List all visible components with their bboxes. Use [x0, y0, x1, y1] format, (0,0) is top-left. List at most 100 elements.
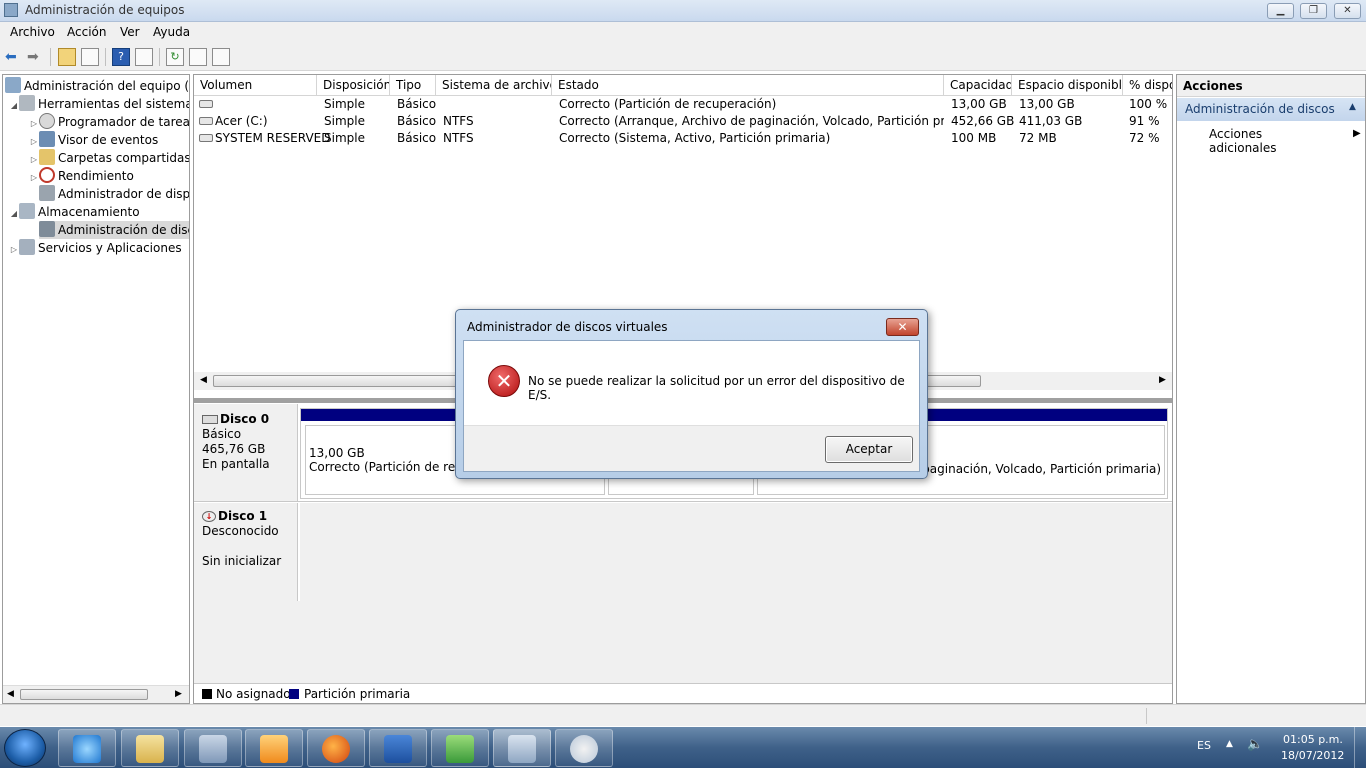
device-manager-icon [39, 185, 55, 201]
performance-icon [39, 167, 55, 183]
column-header-tipo[interactable]: Tipo [390, 75, 436, 96]
toolbar-separator [50, 48, 51, 66]
actions-more[interactable]: Acciones adicionales ▶ [1177, 125, 1365, 155]
tree-item-performance[interactable]: ▷ Rendimiento [29, 167, 134, 185]
disk0-title: Disco 0 [202, 412, 289, 427]
cell-porcentaje: 91 % [1129, 114, 1160, 128]
tree-item-task-scheduler[interactable]: ▷ Programador de tareas [29, 113, 189, 131]
refresh-icon[interactable]: ↻ [166, 48, 184, 66]
expand-arrow-icon[interactable]: ◢ [9, 97, 19, 115]
menu-accion[interactable]: Acción [67, 25, 106, 39]
table-row[interactable]: Simple Básico Correcto (Partición de rec… [194, 96, 1172, 113]
menu-archivo[interactable]: Archivo [10, 25, 55, 39]
rescan-disks-icon[interactable] [212, 48, 230, 66]
close-button[interactable]: ✕ [1334, 3, 1361, 19]
taskbar-paint[interactable] [555, 729, 613, 767]
collapse-arrow-icon[interactable]: ▷ [9, 241, 19, 259]
column-header-porcentaje[interactable]: % dispo [1123, 75, 1172, 96]
users-icon [446, 735, 474, 763]
collapse-up-icon[interactable]: ▲ [1349, 102, 1356, 112]
paint-icon [570, 735, 598, 763]
cell-estado: Correcto (Arranque, Archivo de paginació… [559, 114, 944, 128]
table-row[interactable]: SYSTEM RESERVED Simple Básico NTFS Corre… [194, 130, 1172, 147]
scroll-left-arrow-icon[interactable]: ◀ [200, 375, 207, 385]
tree-item-services-applications[interactable]: ▷ Servicios y Aplicaciones [9, 239, 182, 257]
language-indicator[interactable]: ES [1197, 739, 1211, 752]
help-icon[interactable]: ? [112, 48, 130, 66]
column-header-espacio-disponible[interactable]: Espacio disponible [1012, 75, 1123, 96]
dialog-close-button[interactable]: ✕ [886, 318, 919, 336]
collapse-arrow-icon[interactable]: ▷ [29, 169, 39, 187]
scroll-right-arrow-icon[interactable]: ▶ [1159, 375, 1166, 385]
dialog-title: Administrador de discos virtuales [467, 320, 668, 334]
cell-disposicion: Simple [324, 131, 365, 145]
up-folder-icon[interactable] [58, 48, 76, 66]
volume-icon [199, 117, 213, 125]
column-header-estado[interactable]: Estado [552, 75, 944, 96]
cell-tipo: Básico [397, 97, 437, 111]
volume-icon [199, 100, 213, 108]
taskbar-firefox[interactable] [307, 729, 365, 767]
taskbar-computer-management[interactable] [493, 729, 551, 767]
cell-tipo: Básico [397, 114, 437, 128]
clock-date[interactable]: 18/07/2012 [1281, 749, 1344, 762]
dialog-footer: Aceptar [464, 425, 919, 471]
tree-item-storage[interactable]: ◢ Almacenamiento [9, 203, 140, 221]
actions-section-disk-management[interactable]: Administración de discos ▲ [1177, 98, 1365, 121]
taskbar-ie[interactable] [58, 729, 116, 767]
show-hide-tree-icon[interactable] [81, 48, 99, 66]
start-button[interactable] [4, 729, 46, 767]
tree-item-shared-folders[interactable]: ▷ Carpetas compartidas [29, 149, 189, 167]
tree-horizontal-scrollbar[interactable]: ◀ ▶ [3, 685, 189, 703]
firefox-icon [322, 735, 350, 763]
taskbar-tools[interactable] [184, 729, 242, 767]
forward-arrow-icon[interactable]: ➡ [27, 50, 43, 64]
actions-pane: Acciones Administración de discos ▲ Acci… [1176, 74, 1366, 704]
tree-item-computer-management[interactable]: Administración del equipo (loc [5, 77, 189, 95]
clock-icon [39, 113, 55, 129]
scrollbar-thumb[interactable] [20, 689, 148, 700]
submenu-arrow-icon[interactable]: ▶ [1353, 128, 1361, 139]
cell-estado: Correcto (Partición de recuperación) [559, 97, 777, 111]
scroll-right-arrow-icon[interactable]: ▶ [175, 689, 182, 699]
status-bar [0, 704, 1366, 726]
tree-item-disk-management[interactable]: Administración de disco [39, 221, 189, 239]
tools-icon [199, 735, 227, 763]
cell-sistema-archivos: NTFS [443, 114, 474, 128]
properties-icon[interactable] [189, 48, 207, 66]
legend: No asignado Partición primaria [194, 683, 1172, 703]
menu-ver[interactable]: Ver [120, 25, 140, 39]
menu-ayuda[interactable]: Ayuda [153, 25, 190, 39]
disk1-name: Disco 1 [218, 509, 268, 523]
tree-item-system-tools[interactable]: ◢ Herramientas del sistema [9, 95, 189, 115]
column-header-capacidad[interactable]: Capacidad [944, 75, 1012, 96]
expand-arrow-icon[interactable]: ◢ [9, 205, 19, 223]
table-row[interactable]: Acer (C:) Simple Básico NTFS Correcto (A… [194, 113, 1172, 130]
cell-porcentaje: 72 % [1129, 131, 1160, 145]
show-hidden-icons-icon[interactable]: ▲ [1226, 739, 1233, 749]
legend-unassigned-swatch [202, 689, 212, 699]
disk0-header[interactable]: Disco 0 Básico 465,76 GB En pantalla [194, 404, 298, 501]
column-header-disposicion[interactable]: Disposición [317, 75, 390, 96]
tree-item-device-manager[interactable]: Administrador de dispo [39, 185, 189, 203]
minimize-button[interactable]: ▁ [1267, 3, 1294, 19]
column-header-sistema-archivos[interactable]: Sistema de archivos [436, 75, 552, 96]
tree-item-event-viewer[interactable]: ▷ Visor de eventos [29, 131, 158, 149]
back-arrow-icon[interactable]: ⬅ [5, 50, 21, 64]
scroll-left-arrow-icon[interactable]: ◀ [7, 689, 14, 699]
error-dialog: Administrador de discos virtuales ✕ ✕ No… [455, 309, 928, 479]
disk1-header[interactable]: ↓ Disco 1 Desconocido Sin inicializar [194, 503, 298, 601]
disk-icon [202, 415, 218, 424]
taskbar-network[interactable] [431, 729, 489, 767]
column-header-volumen[interactable]: Volumen [194, 75, 317, 96]
clock-time[interactable]: 01:05 p.m. [1283, 733, 1343, 746]
taskbar-explorer[interactable] [121, 729, 179, 767]
show-hide-action-pane-icon[interactable] [135, 48, 153, 66]
taskbar-media-player[interactable] [245, 729, 303, 767]
taskbar-messenger[interactable] [369, 729, 427, 767]
volume-icon[interactable]: 🔈 [1247, 737, 1263, 752]
ok-button[interactable]: Aceptar [825, 436, 913, 463]
maximize-button[interactable]: ❐ [1300, 3, 1327, 19]
toolbar: ⬅ ➡ ? ↻ [0, 43, 1366, 71]
show-desktop-button[interactable] [1354, 727, 1366, 768]
